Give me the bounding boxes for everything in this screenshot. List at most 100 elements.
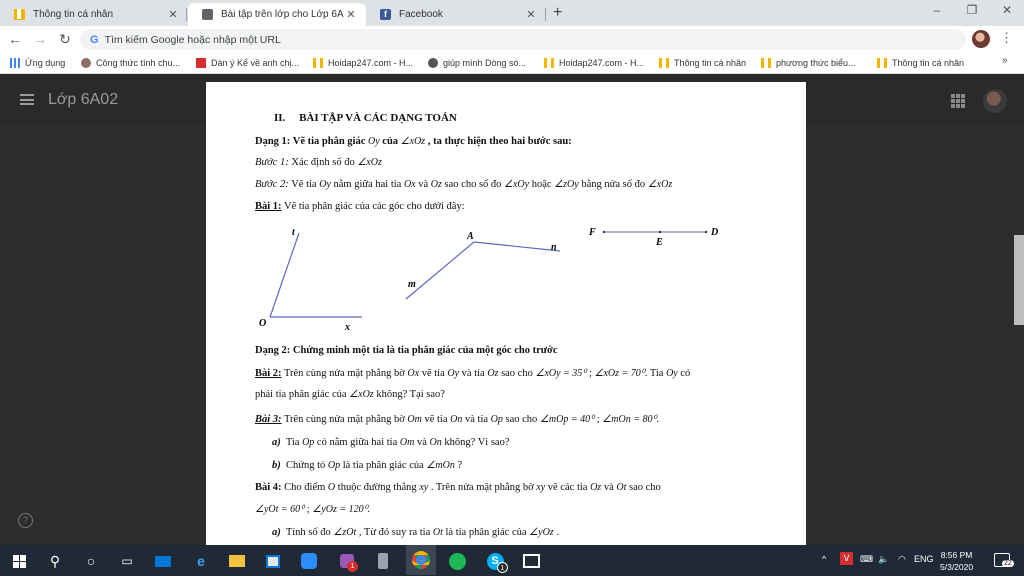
bai3b-line: b) Chứng tỏ Op là tia phân giác của ∠mOn… xyxy=(272,460,463,471)
label-a: A xyxy=(466,231,474,242)
bookmark-item[interactable]: Dàn ý Kể về anh chị... xyxy=(196,56,299,70)
minimize-icon[interactable]: – xyxy=(928,3,946,17)
app-notification-badge: 1 xyxy=(347,561,358,572)
clock-date: 5/3/2020 xyxy=(940,562,974,572)
section-heading: II. BÀI TẬP VÀ CÁC DẠNG TOÁN xyxy=(274,112,457,124)
label-n: n xyxy=(551,242,557,253)
label-t: t xyxy=(292,227,296,238)
notification-count: 22 xyxy=(1002,560,1014,567)
vietkey-icon[interactable]: V xyxy=(840,552,853,565)
tab-thong-tin[interactable]: Thông tin cá nhân ✕ xyxy=(0,3,188,26)
hoidap-favicon-icon xyxy=(544,58,554,68)
bookmark-item[interactable]: Công thức tính chu... xyxy=(81,56,180,70)
dang1-heading: Dạng 1: Vẽ tia phân giác Oy của ∠xOz , t… xyxy=(255,136,572,147)
wifi-icon[interactable]: ◠ xyxy=(898,554,906,565)
hoidap-favicon-icon xyxy=(877,58,887,68)
label-o: O xyxy=(259,318,266,329)
close-icon[interactable]: ✕ xyxy=(166,8,180,21)
person-icon xyxy=(81,58,91,68)
bai2-line1: Bài 2: Trên cùng nửa mặt phẳng bờ Ox vẽ … xyxy=(255,368,691,379)
bookmark-label: Ứng dụng xyxy=(25,58,66,68)
bookmark-label: phương thức biểu... xyxy=(776,58,856,68)
forward-arrow-icon[interactable]: → xyxy=(31,30,49,48)
chrome-icon[interactable] xyxy=(406,545,436,575)
mail-icon[interactable] xyxy=(152,550,174,572)
back-arrow-icon[interactable]: ← xyxy=(6,30,24,48)
clock-time: 8:56 PM xyxy=(940,550,973,560)
bookmark-item[interactable]: phương thức biểu... xyxy=(761,56,856,70)
volume-icon[interactable]: 🔈 xyxy=(878,554,889,565)
clock[interactable]: 8:56 PM 5/3/2020 xyxy=(940,549,973,573)
window-close-icon[interactable]: ✕ xyxy=(998,3,1016,17)
bookmark-label: Dàn ý Kể về anh chị... xyxy=(211,58,300,68)
file-explorer-icon[interactable] xyxy=(226,550,248,572)
zoom-icon[interactable] xyxy=(298,550,320,572)
bookmark-label: Thông tin cá nhân xyxy=(674,58,747,68)
help-icon[interactable]: ? xyxy=(18,513,33,528)
bai4-line1: Bài 4: Cho điểm O thuộc đường thẳng xy .… xyxy=(255,482,661,493)
usb-device-icon[interactable] xyxy=(372,550,394,572)
new-tab-button[interactable]: + xyxy=(553,4,562,22)
search-icon[interactable]: ⚲ xyxy=(44,550,66,572)
bookmark-item[interactable]: Hoidap247.com - H... xyxy=(544,56,644,70)
point-e xyxy=(658,230,662,234)
bookmark-label: Công thức tính chu... xyxy=(96,58,181,68)
account-avatar[interactable] xyxy=(983,89,1007,113)
restore-icon[interactable]: ❐ xyxy=(963,3,981,17)
skype-notification-badge: 1 xyxy=(497,562,508,573)
browser-tab-bar: Thông tin cá nhân ✕ Bài tập trên lớp cho… xyxy=(0,0,1024,26)
bookmark-item[interactable]: Thông tin cá nhân xyxy=(877,56,964,70)
buoc1-line: Bước 1: Xác định số đo ∠xOz xyxy=(255,157,382,168)
profile-avatar[interactable] xyxy=(972,30,990,48)
close-icon[interactable]: ✕ xyxy=(524,8,538,21)
windows-start-icon[interactable] xyxy=(8,550,30,572)
address-placeholder: Tìm kiếm Google hoặc nhập một URL xyxy=(104,33,281,46)
bookmark-label: Hoidap247.com - H... xyxy=(559,58,645,68)
bai2-line2: phải tia phân giác của ∠xOz không? Tại s… xyxy=(255,389,445,400)
bai3-line: Bài 3: Trên cùng nửa mặt phẳng bờ Om vẽ … xyxy=(255,414,660,425)
bookmark-apps[interactable]: Ứng dụng xyxy=(10,56,65,70)
bookmarks-bar: Ứng dụng Công thức tính chu... Dàn ý Kể … xyxy=(0,52,1024,74)
photos-icon[interactable] xyxy=(520,550,542,572)
bai3a-line: a) Tia Op có nằm giữa hai tia Om và On k… xyxy=(272,437,510,448)
windows-taskbar: ⚲ ○ ▭ e 1 S 1 ^ V ⌨ 🔈 ◠ ENG 8:56 PM 5/3/… xyxy=(0,545,1024,576)
tab-facebook[interactable]: f Facebook ✕ xyxy=(366,3,546,26)
hamburger-menu-icon[interactable] xyxy=(20,94,34,105)
bookmark-item[interactable]: Thông tin cá nhân xyxy=(659,56,746,70)
language-indicator[interactable]: ENG xyxy=(914,554,934,564)
scrollbar[interactable] xyxy=(1014,235,1024,325)
bookmarks-overflow-icon[interactable]: » xyxy=(1002,55,1008,66)
hoidap-favicon-icon xyxy=(14,9,25,20)
facebook-favicon-icon: f xyxy=(380,9,391,20)
cortana-icon[interactable]: ○ xyxy=(80,550,102,572)
label-f: F xyxy=(588,227,596,238)
label-m: m xyxy=(408,279,416,290)
class-title[interactable]: Lớp 6A02 xyxy=(48,91,118,109)
hoidap-favicon-icon xyxy=(313,58,323,68)
bookmark-item[interactable]: Hoidap247.com - H... xyxy=(313,56,413,70)
spotify-icon[interactable] xyxy=(446,550,468,572)
tab-bai-tap[interactable]: Bài tập trên lớp cho Lớp 6A02 ✕ xyxy=(188,3,366,26)
document-page: II. BÀI TẬP VÀ CÁC DẠNG TOÁN Dạng 1: Vẽ … xyxy=(206,82,806,545)
task-view-icon[interactable]: ▭ xyxy=(116,550,138,572)
tray-chevron-icon[interactable]: ^ xyxy=(822,554,826,564)
more-menu-icon[interactable]: ⋮ xyxy=(1000,30,1013,46)
ray-ot xyxy=(269,232,300,318)
hoidap-favicon-icon xyxy=(761,58,771,68)
input-method-icon[interactable]: ⌨ xyxy=(860,554,873,565)
globe-icon xyxy=(428,58,438,68)
close-icon[interactable]: ✕ xyxy=(344,8,358,21)
skype-icon[interactable]: S 1 xyxy=(484,550,508,573)
address-bar[interactable]: G Tìm kiếm Google hoặc nhập một URL xyxy=(80,29,966,50)
ray-am xyxy=(405,241,475,300)
google-apps-icon[interactable] xyxy=(951,94,965,108)
bai4a-line: a) Tính số đo ∠zOt , Từ đó suy ra tia Ot… xyxy=(272,527,559,538)
classroom-favicon-icon xyxy=(202,9,213,20)
apps-grid-icon xyxy=(10,58,20,68)
store-icon[interactable] xyxy=(262,550,284,572)
bookmark-item[interactable]: giúp mình Dòng só... xyxy=(428,56,526,70)
app-badge-icon[interactable]: 1 xyxy=(336,550,358,572)
reload-icon[interactable]: ↻ xyxy=(56,30,74,48)
edge-icon[interactable]: e xyxy=(190,550,212,572)
ray-an xyxy=(473,241,561,252)
